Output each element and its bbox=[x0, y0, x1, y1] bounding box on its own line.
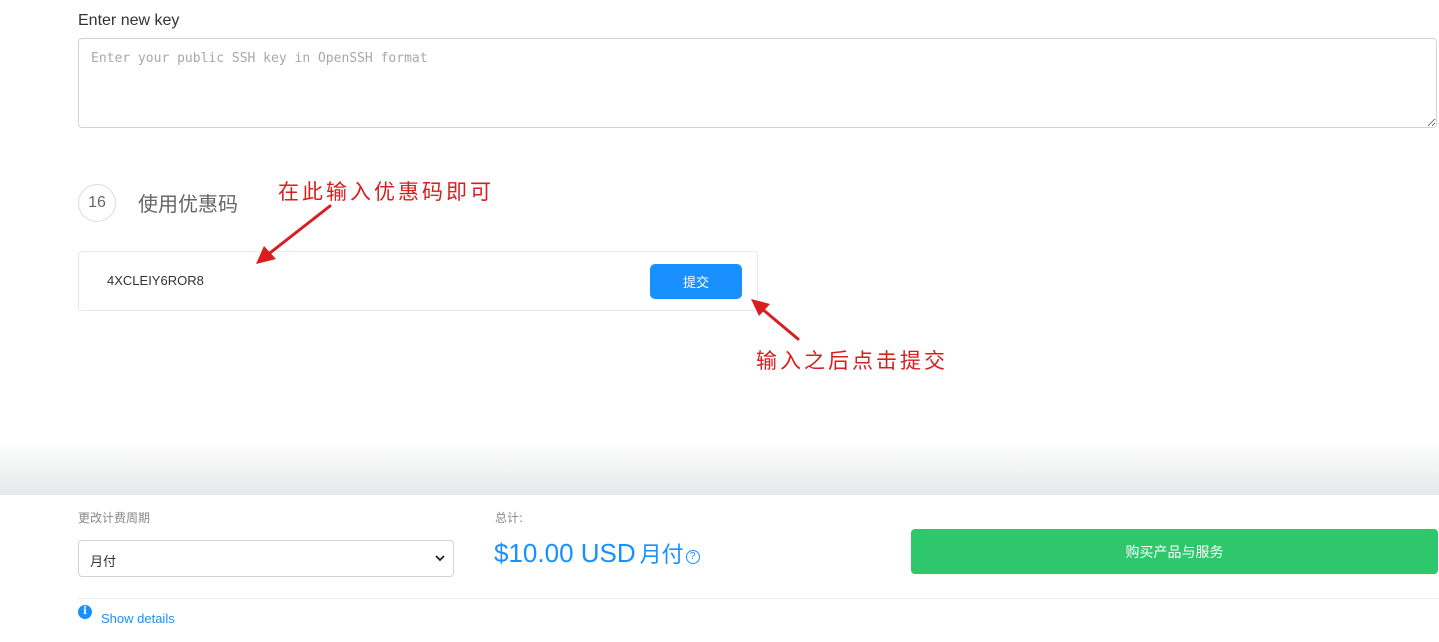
ssh-key-input[interactable] bbox=[78, 38, 1437, 128]
promo-submit-button[interactable]: 提交 bbox=[650, 264, 742, 299]
total-cycle: 月付 bbox=[639, 543, 684, 568]
total-amount: $10.00 USD bbox=[494, 538, 636, 568]
question-circle-icon[interactable]: ? bbox=[685, 550, 700, 564]
total-price: $10.00 USD 月付? bbox=[494, 537, 700, 569]
order-summary-bar: 更改计费周期 月付 总计: $10.00 USD 月付? 购买产品与服务 i Sh… bbox=[0, 495, 1439, 642]
bottom-bar-shadow bbox=[0, 440, 1439, 495]
total-label: 总计: bbox=[495, 511, 524, 525]
arrow-to-code-input bbox=[264, 204, 332, 258]
step-number-badge: 16 bbox=[78, 184, 116, 222]
promo-section-title: 使用优惠码 bbox=[138, 194, 238, 216]
billing-cycle-select[interactable]: 月付 bbox=[78, 540, 454, 577]
billing-cycle-value: 月付 bbox=[90, 555, 117, 570]
promo-code-box: 4XCLEIY6ROR8 提交 bbox=[78, 251, 758, 311]
promo-code-input[interactable]: 4XCLEIY6ROR8 bbox=[107, 273, 204, 288]
show-details-link[interactable]: i Show details bbox=[78, 604, 175, 626]
ssh-key-label: Enter new key bbox=[78, 12, 180, 29]
show-details-label: Show details bbox=[101, 611, 175, 626]
billing-cycle-label: 更改计费周期 bbox=[78, 511, 151, 525]
annotation-enter-here: 在此输入优惠码即可 bbox=[278, 180, 494, 204]
divider bbox=[78, 598, 1439, 599]
annotation-click-submit: 输入之后点击提交 bbox=[756, 349, 948, 373]
buy-button[interactable]: 购买产品与服务 bbox=[911, 529, 1438, 574]
info-circle-icon: i bbox=[78, 604, 92, 619]
chevron-down-icon bbox=[435, 555, 445, 562]
arrow-to-submit bbox=[759, 306, 800, 341]
